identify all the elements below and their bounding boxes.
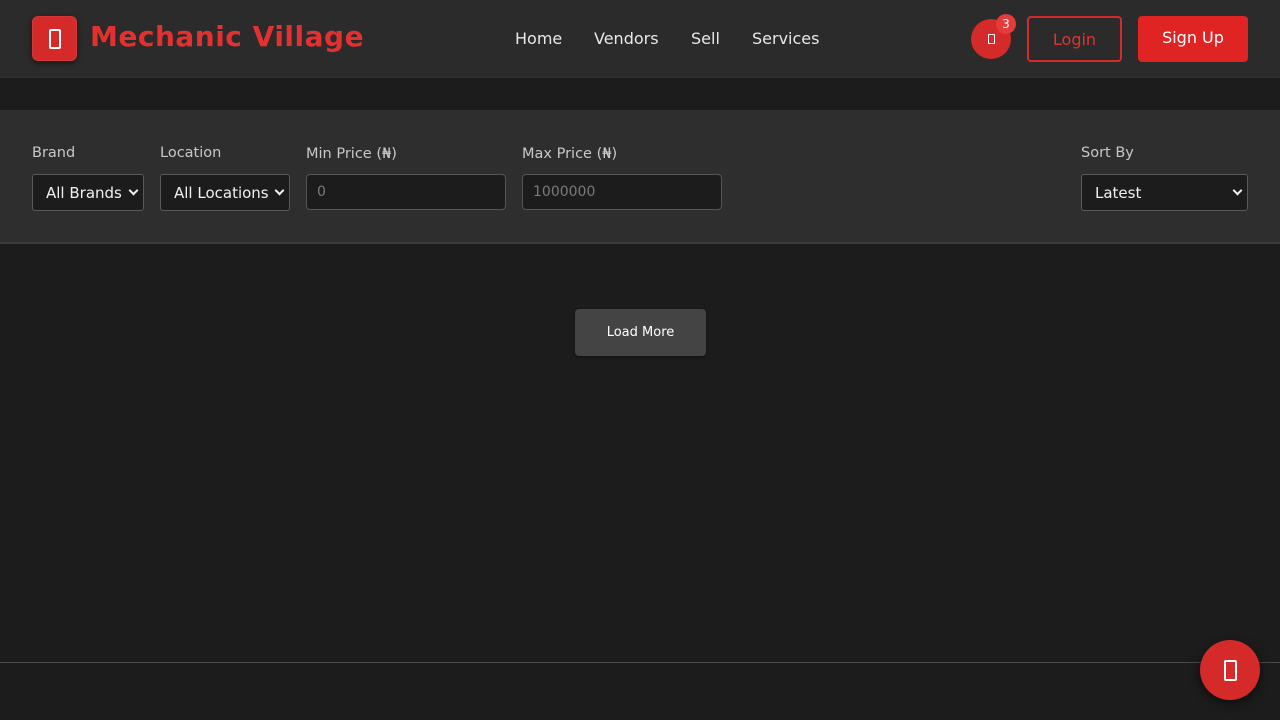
nav-home[interactable]: Home — [515, 29, 562, 48]
login-button[interactable]: Login — [1027, 16, 1122, 62]
brand-filter-label: Brand — [32, 145, 76, 161]
min-price-input[interactable]: 0 — [306, 174, 506, 210]
cart-count-badge: 3 — [996, 14, 1016, 34]
sort-select-value: Latest — [1095, 183, 1142, 202]
max-price-label: Max Price (₦) — [522, 146, 618, 162]
sort-by-label: Sort By — [1081, 145, 1134, 161]
cart-icon — [987, 34, 995, 44]
brand-select-value: All Brands — [46, 183, 122, 202]
brand-select[interactable]: All Brands — [32, 174, 144, 211]
top-navbar: Mechanic Village Home Vendors Sell Servi… — [0, 0, 1280, 78]
location-filter-label: Location — [160, 145, 222, 161]
footer-divider — [0, 662, 1280, 663]
nav-vendors[interactable]: Vendors — [594, 29, 659, 48]
nav-sell[interactable]: Sell — [691, 29, 720, 48]
sort-select[interactable]: Latest — [1081, 174, 1248, 211]
wrench-icon[interactable] — [32, 16, 77, 61]
nav-services[interactable]: Services — [752, 29, 819, 48]
location-select-value: All Locations — [174, 183, 269, 202]
load-more-button[interactable]: Load More — [575, 309, 706, 356]
brand-title[interactable]: Mechanic Village — [90, 20, 364, 53]
chat-fab-button[interactable] — [1200, 640, 1260, 700]
filter-bar: Brand All Brands Location All Locations … — [0, 110, 1280, 244]
chevron-down-icon — [128, 185, 139, 196]
chevron-down-icon — [274, 185, 285, 196]
signup-button[interactable]: Sign Up — [1138, 16, 1248, 62]
chat-icon — [1223, 659, 1237, 681]
chevron-down-icon — [1232, 185, 1243, 196]
location-select[interactable]: All Locations — [160, 174, 290, 211]
min-price-label: Min Price (₦) — [306, 146, 397, 162]
max-price-input[interactable]: 1000000 — [522, 174, 722, 210]
